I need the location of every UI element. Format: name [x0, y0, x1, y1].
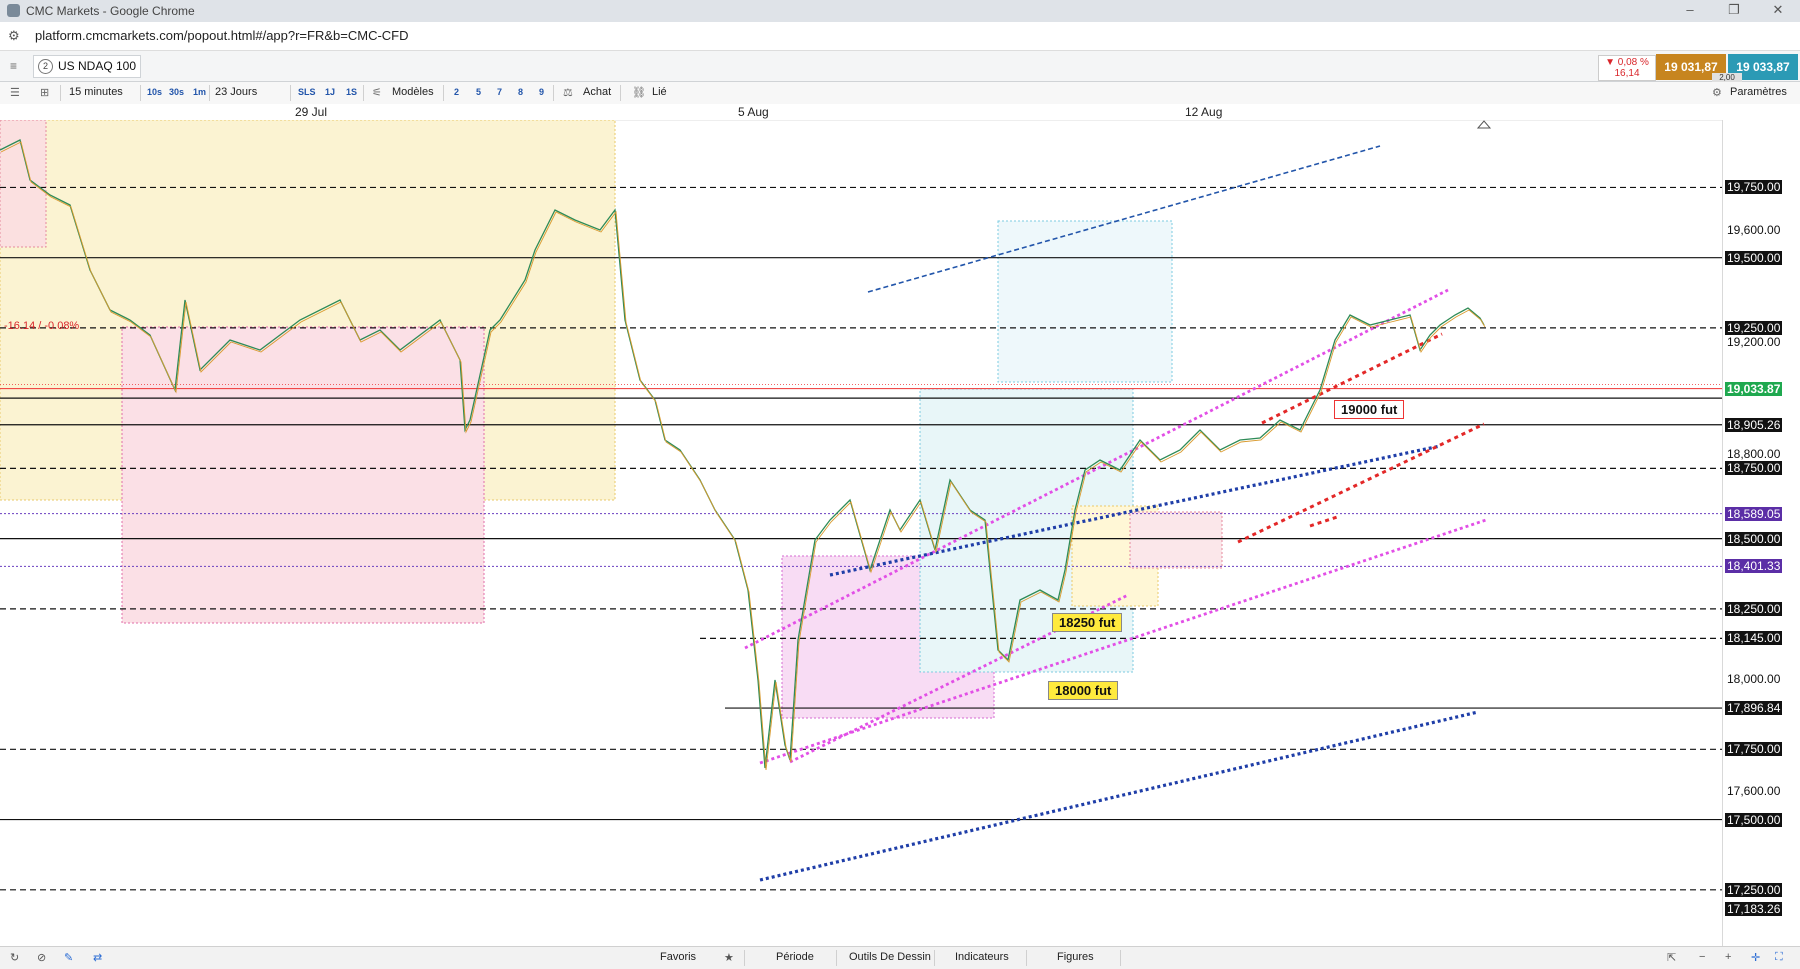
- highlight-zone[interactable]: [1129, 511, 1223, 569]
- instrument-number: 2: [38, 59, 53, 74]
- window-titlebar: CMC Markets - Google Chrome – ❐ ✕: [0, 0, 1800, 23]
- bottom-toolbar: ↻ ⊘ ✎ ⇄ Favoris ★ Période Outils De Dess…: [0, 946, 1800, 969]
- period-tab[interactable]: Période: [776, 951, 814, 963]
- highlight-zone[interactable]: [997, 220, 1173, 383]
- date-label: 29 Jul: [295, 105, 328, 119]
- price-axis-label: 17,250.00: [1725, 882, 1783, 897]
- window-title: CMC Markets - Google Chrome: [26, 4, 195, 18]
- price-axis-label: 18,800.00: [1725, 447, 1783, 462]
- price-chart[interactable]: -16.14 / -0.08%: [0, 120, 1722, 946]
- layout-grid-icon[interactable]: ⊞: [40, 86, 49, 99]
- star-icon[interactable]: ★: [724, 951, 734, 964]
- price-axis-label: 19,200.00: [1725, 334, 1783, 349]
- instrument-name: US NDAQ 100: [58, 59, 137, 73]
- site-info-icon[interactable]: ⚙: [8, 28, 20, 44]
- refresh-icon[interactable]: ↻: [10, 951, 19, 964]
- price-axis-label: 18,589.05: [1725, 506, 1783, 521]
- move-icon[interactable]: ⇄: [93, 951, 102, 964]
- price-axis-label: 19,033.87: [1725, 381, 1783, 396]
- zoom-in-icon[interactable]: +: [1725, 951, 1731, 963]
- change-label: -16.14 / -0.08%: [4, 320, 79, 332]
- zoom-fit-icon[interactable]: ⇱: [1667, 951, 1676, 964]
- figures-tab[interactable]: Figures: [1057, 951, 1094, 963]
- models-icon[interactable]: ⚟: [372, 86, 382, 99]
- url-text[interactable]: platform.cmcmarkets.com/popout.html#/app…: [35, 28, 409, 43]
- linked-button[interactable]: Lié: [652, 86, 667, 98]
- view-1j[interactable]: 1J: [325, 87, 335, 97]
- instrument-selector[interactable]: 2 US NDAQ 100: [33, 55, 141, 78]
- price-axis-label: 18,500.00: [1725, 531, 1783, 546]
- instrument-bar: ≡ 2 US NDAQ 100 ▼ 0,08 % 16,14 19 031,87…: [0, 51, 1800, 83]
- scroll-to-top-icon[interactable]: [1476, 120, 1492, 129]
- annotation-18250-fut[interactable]: 18250 fut: [1052, 613, 1123, 632]
- price-axis-label: 19,600.00: [1725, 222, 1783, 237]
- close-icon[interactable]: ✕: [1768, 2, 1788, 18]
- price-axis-label: 17,183.26: [1725, 901, 1783, 916]
- view-1s[interactable]: 1S: [346, 87, 357, 97]
- annotation-18000-fut[interactable]: 18000 fut: [1048, 681, 1119, 700]
- view-sls[interactable]: SLS: [298, 87, 316, 97]
- price-axis-label: 18,401.33: [1725, 559, 1783, 574]
- buy-ticket-button[interactable]: Achat: [583, 86, 611, 98]
- preset-2[interactable]: 2: [454, 87, 459, 97]
- settings-icon[interactable]: ⚙: [1712, 86, 1722, 99]
- buy-ticket-icon[interactable]: ⚖: [563, 86, 573, 99]
- interval-select[interactable]: 15 minutes: [69, 86, 123, 98]
- address-bar[interactable]: ⚙ platform.cmcmarkets.com/popout.html#/a…: [0, 22, 1800, 51]
- favorites-tab[interactable]: Favoris: [660, 951, 696, 963]
- price-axis-label: 18,905.26: [1725, 417, 1783, 432]
- price-axis-label: 19,250.00: [1725, 320, 1783, 335]
- price-axis-label: 18,250.00: [1725, 601, 1783, 616]
- price-axis-label: 17,896.84: [1725, 701, 1783, 716]
- chart-toolbar: ☰ ⊞ 15 minutes 10s 30s 1m 23 Jours SLS 1…: [0, 82, 1800, 105]
- annotation-19000-fut[interactable]: 19000 fut: [1334, 400, 1405, 419]
- range-select[interactable]: 23 Jours: [215, 86, 257, 98]
- app-icon: [7, 4, 20, 17]
- price-axis-label: 19,500.00: [1725, 250, 1783, 265]
- models-button[interactable]: Modèles: [392, 86, 434, 98]
- pencil-icon[interactable]: ✎: [64, 951, 73, 964]
- preset-8[interactable]: 8: [518, 87, 523, 97]
- menu-icon[interactable]: ≡: [10, 59, 17, 73]
- change-points: 16,14: [1614, 68, 1640, 79]
- highlight-zone[interactable]: [0, 120, 47, 248]
- trend-line[interactable]: [1237, 422, 1485, 544]
- layout-list-icon[interactable]: ☰: [10, 86, 20, 99]
- settings-button[interactable]: Paramètres: [1730, 86, 1787, 98]
- price-axis-label: 17,750.00: [1725, 742, 1783, 757]
- trend-line[interactable]: [1309, 514, 1341, 528]
- change-percent: ▼ 0,08 %: [1605, 57, 1649, 68]
- indicators-tab[interactable]: Indicateurs: [955, 951, 1009, 963]
- price-axis-label: 17,500.00: [1725, 812, 1783, 827]
- preset-5[interactable]: 5: [476, 87, 481, 97]
- buy-price: 19 033,87: [1736, 60, 1790, 74]
- trend-line[interactable]: [759, 710, 1479, 882]
- price-axis-label: 19,750.00: [1725, 180, 1783, 195]
- tick-30s[interactable]: 30s: [169, 87, 184, 97]
- date-axis: 29 Jul 5 Aug 12 Aug: [0, 104, 1800, 121]
- price-axis-label: 18,000.00: [1725, 672, 1783, 687]
- block-icon[interactable]: ⊘: [37, 951, 46, 964]
- zoom-out-icon[interactable]: −: [1699, 951, 1705, 963]
- date-label: 5 Aug: [738, 105, 769, 119]
- highlight-zone[interactable]: [121, 326, 485, 624]
- fullscreen-icon[interactable]: ⛶: [1775, 951, 1783, 964]
- change-box: ▼ 0,08 % 16,14: [1598, 55, 1656, 81]
- price-axis-label: 17,600.00: [1725, 784, 1783, 799]
- drawing-tools-tab[interactable]: Outils De Dessin: [849, 951, 931, 963]
- restore-icon[interactable]: ❐: [1724, 2, 1744, 18]
- crosshair-icon[interactable]: ✛: [1751, 951, 1760, 964]
- link-icon[interactable]: ⛓: [632, 86, 646, 99]
- minimize-icon[interactable]: –: [1680, 2, 1700, 17]
- price-axis-label: 18,145.00: [1725, 631, 1783, 646]
- price-axis-label: 18,750.00: [1725, 461, 1783, 476]
- date-label: 12 Aug: [1185, 105, 1223, 119]
- tick-1m[interactable]: 1m: [193, 87, 206, 97]
- preset-9[interactable]: 9: [539, 87, 544, 97]
- sell-price: 19 031,87: [1664, 60, 1718, 74]
- preset-7[interactable]: 7: [497, 87, 502, 97]
- tick-10s[interactable]: 10s: [147, 87, 162, 97]
